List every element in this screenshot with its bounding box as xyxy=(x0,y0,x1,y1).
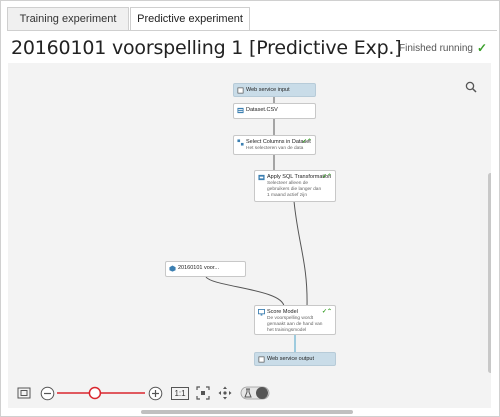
module-title: Web service input xyxy=(246,87,290,93)
zoom-in-icon[interactable] xyxy=(147,384,163,402)
tab-divider xyxy=(7,30,497,31)
edge-sql-to-score xyxy=(293,200,308,308)
tab-training-experiment[interactable]: Training experiment xyxy=(7,7,129,30)
minimap-toggle[interactable] xyxy=(239,384,271,402)
edge-model-to-score xyxy=(205,276,285,308)
web-service-icon xyxy=(258,356,265,363)
select-columns-module[interactable]: Select Columns in Dataset Het selecteren… xyxy=(233,135,316,155)
apply-sql-module[interactable]: Apply SQL Transformation Selecteer allee… xyxy=(254,170,336,202)
module-description: Het selecteren van de data xyxy=(246,146,304,151)
zoom-slider[interactable] xyxy=(57,384,145,402)
experiment-tabs: Training experiment Predictive experimen… xyxy=(7,7,497,31)
trained-model-module[interactable]: 20160101 voor... xyxy=(165,261,246,277)
module-title: Score Model xyxy=(267,309,298,315)
score-model-icon xyxy=(258,309,265,316)
page-title: 20160101 voorspelling 1 [Predictive Exp.… xyxy=(11,37,402,59)
dataset-module[interactable]: Dataset.CSV xyxy=(233,103,316,119)
web-service-icon xyxy=(237,87,244,94)
module-title: 20160101 voor... xyxy=(178,265,219,271)
dataset-icon xyxy=(237,107,244,114)
fit-to-screen-icon[interactable] xyxy=(15,384,33,402)
check-icon: ✓⌃ xyxy=(321,174,332,180)
vertical-scrollbar[interactable] xyxy=(488,173,491,373)
module-title: Web service output xyxy=(267,356,314,362)
experiment-window: Training experiment Predictive experimen… xyxy=(0,0,500,417)
fit-selection-icon[interactable] xyxy=(195,384,211,402)
pan-icon[interactable] xyxy=(217,384,233,402)
trained-model-icon xyxy=(169,265,176,272)
sql-transform-icon xyxy=(258,174,265,181)
module-description: Selecteer alleen de gebruikers die lange… xyxy=(267,181,322,198)
score-model-module[interactable]: Score Model De voorspelling wordt gemaak… xyxy=(254,305,336,335)
zoom-slider-knob xyxy=(88,386,102,400)
check-icon: ✓ xyxy=(476,41,487,55)
web-service-output-module[interactable]: Web service output xyxy=(254,352,336,366)
search-icon[interactable] xyxy=(465,81,477,93)
zoom-out-icon[interactable] xyxy=(39,384,55,402)
module-title: Dataset.CSV xyxy=(246,107,278,113)
minimap-toggle-icon xyxy=(240,386,270,400)
web-service-input-module[interactable]: Web service input xyxy=(233,83,316,97)
check-icon: ✓⌃ xyxy=(321,309,332,315)
select-columns-icon xyxy=(237,139,244,146)
experiment-canvas[interactable]: Web service input Dataset.CSV Select Col… xyxy=(8,63,491,408)
tab-predictive-experiment[interactable]: Predictive experiment xyxy=(130,7,250,31)
check-icon: ✓⌃ xyxy=(301,139,312,145)
zoom-toolbar: 1:1 xyxy=(11,382,273,404)
run-status: Finished running ✓ xyxy=(399,41,487,55)
run-status-text: Finished running xyxy=(399,42,473,54)
actual-size-label: 1:1 xyxy=(171,386,189,400)
actual-size-button[interactable]: 1:1 xyxy=(171,384,189,402)
module-description: De voorspelling wordt gemaakt aan de han… xyxy=(267,316,323,333)
horizontal-scrollbar[interactable] xyxy=(141,410,353,414)
